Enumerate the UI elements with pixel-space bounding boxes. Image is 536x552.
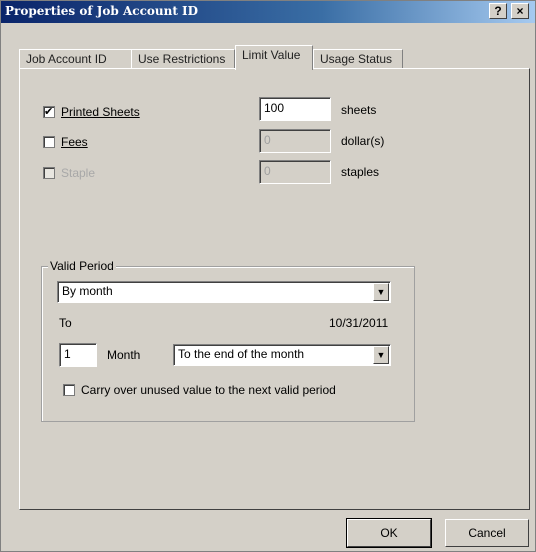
chevron-down-icon[interactable]: ▼ — [373, 346, 389, 364]
end-of-period-value: To the end of the month — [178, 347, 305, 361]
ok-button[interactable]: OK — [346, 518, 432, 548]
checkbox-box[interactable] — [43, 104, 55, 120]
fees-field: 0 — [259, 129, 331, 153]
tab-usage-status[interactable]: Usage Status — [313, 49, 403, 69]
tab-label: Limit Value — [242, 48, 301, 62]
properties-dialog: Properties of Job Account ID ? × Job Acc… — [0, 0, 536, 552]
cancel-button[interactable]: Cancel — [445, 519, 529, 547]
to-label: To — [59, 316, 72, 330]
to-date: 10/31/2011 — [329, 316, 389, 330]
period-count-unit: Month — [107, 348, 141, 362]
checkbox-box[interactable] — [43, 136, 55, 148]
valid-period-legend: Valid Period — [48, 259, 116, 273]
carry-over-label: Carry over unused value to the next vali… — [81, 383, 336, 397]
end-of-period-select[interactable]: To the end of the month ▼ — [173, 344, 391, 366]
help-button[interactable]: ? — [489, 3, 507, 19]
period-count-field[interactable]: 1 — [59, 343, 97, 367]
carry-over-checkbox[interactable]: Carry over unused value to the next vali… — [63, 382, 363, 398]
fees-checkbox[interactable]: Fees — [43, 134, 123, 150]
staple-unit: staples — [341, 165, 380, 179]
window-title: Properties of Job Account ID — [5, 4, 199, 18]
close-button[interactable]: × — [511, 3, 529, 19]
printed-sheets-unit: sheets — [341, 103, 377, 117]
chevron-down-icon[interactable]: ▼ — [373, 283, 389, 301]
title-bar[interactable]: Properties of Job Account ID ? × — [1, 1, 535, 23]
printed-sheets-label: Printed Sheets — [61, 105, 140, 119]
fees-unit: dollar(s) — [341, 134, 385, 148]
staple-label: Staple — [61, 166, 96, 180]
tab-limit-value[interactable]: Limit Value — [235, 45, 313, 70]
tab-use-restrictions[interactable]: Use Restrictions — [131, 49, 235, 69]
tab-job-account-id[interactable]: Job Account ID — [19, 49, 133, 69]
tab-label: Use Restrictions — [138, 52, 226, 66]
checkbox-box — [43, 167, 55, 179]
fees-label: Fees — [61, 135, 88, 149]
printed-sheets-field[interactable]: 100 — [259, 97, 331, 121]
checkbox-box[interactable] — [63, 384, 75, 396]
period-select[interactable]: By month ▼ — [57, 281, 391, 303]
staple-field: 0 — [259, 160, 331, 184]
tab-label: Job Account ID — [26, 52, 107, 66]
tab-label: Usage Status — [320, 52, 393, 66]
printed-sheets-checkbox[interactable]: Printed Sheets — [43, 104, 163, 120]
period-select-value: By month — [62, 284, 113, 298]
staple-checkbox: Staple — [43, 165, 123, 181]
